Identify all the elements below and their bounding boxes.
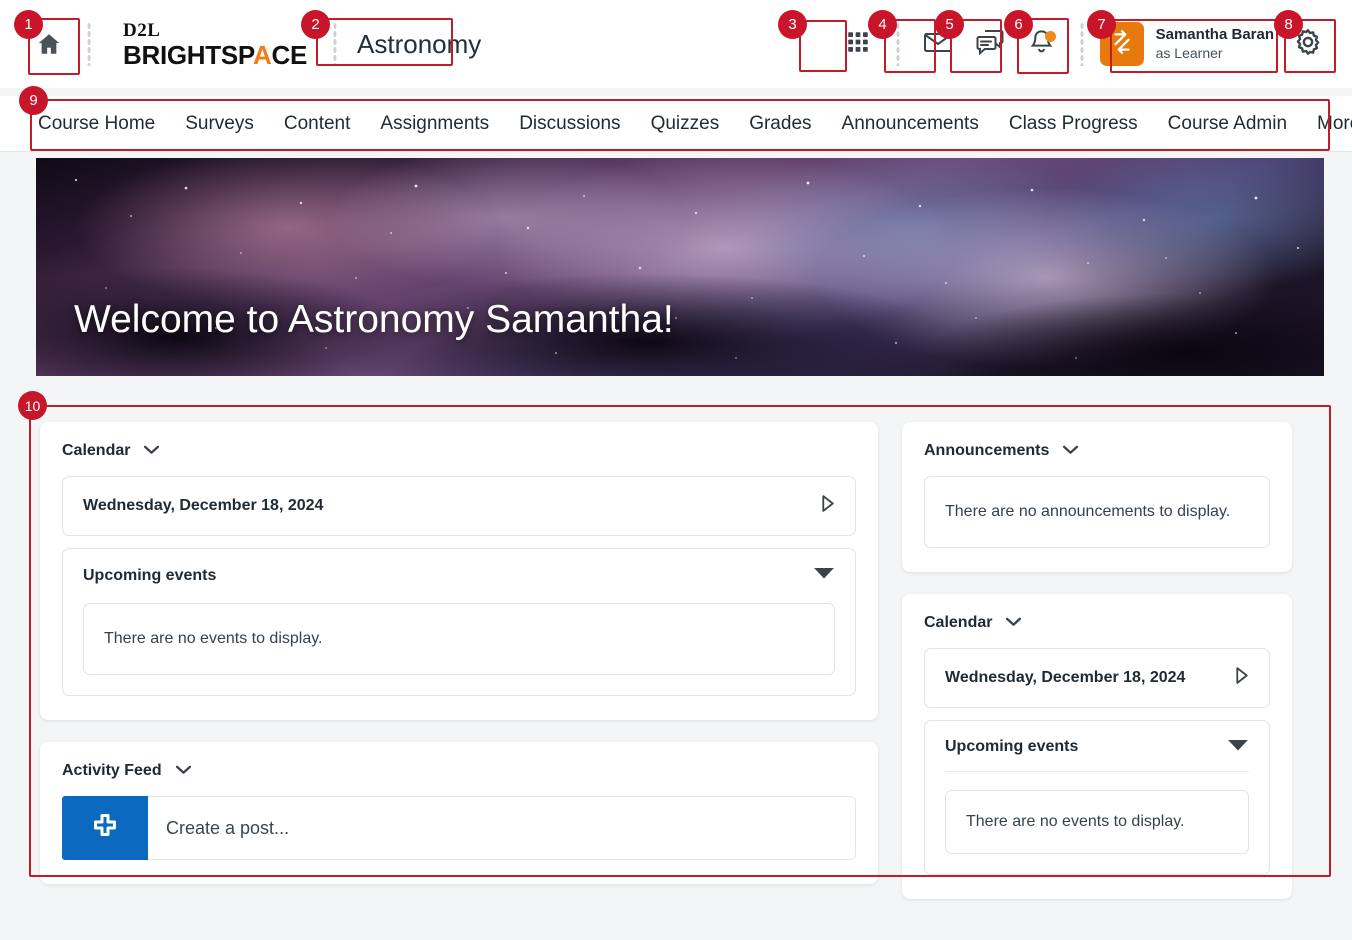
callout-badge-6: 6 <box>1004 10 1033 39</box>
announcements-empty-state: There are no announcements to display. <box>924 476 1270 548</box>
calendar-widget-right: Calendar Wednesday, December 18, 2024 Up… <box>902 593 1292 899</box>
nav-item-announcements[interactable]: Announcements <box>842 113 979 135</box>
callout-badge-9: 9 <box>19 86 48 115</box>
nav-item-assignments[interactable]: Assignments <box>380 113 489 135</box>
upcoming-events-header[interactable]: Upcoming events <box>83 566 835 585</box>
home-icon <box>35 31 63 57</box>
nav-label: Announcements <box>841 112 979 134</box>
top-header: D2L BRIGHTSPACE Astronomy Samantha Baran… <box>0 0 1352 88</box>
user-profile-menu[interactable]: Samantha Baran as Learner <box>1096 18 1282 70</box>
chevron-down-icon[interactable] <box>1062 442 1079 460</box>
next-day-arrow-icon[interactable] <box>1234 666 1249 690</box>
callout-badge-3: 3 <box>778 10 807 39</box>
nav-item-class-progress[interactable]: Class Progress <box>1009 113 1138 135</box>
nav-item-more[interactable]: More <box>1317 113 1352 135</box>
collapse-triangle-icon[interactable] <box>1227 738 1249 757</box>
calendar-widget-header[interactable]: Calendar <box>62 442 856 460</box>
nav-item-content[interactable]: Content <box>284 113 351 135</box>
upcoming-events-label-right: Upcoming events <box>945 738 1079 756</box>
upcoming-events-header-right[interactable]: Upcoming events <box>945 738 1249 757</box>
create-post-input[interactable]: Create a post... <box>148 796 856 860</box>
nav-item-grades[interactable]: Grades <box>749 113 811 135</box>
nav-label: Course Home <box>38 112 156 134</box>
announcements-widget: Announcements There are no announcements… <box>902 422 1292 572</box>
notification-badge-dot <box>1044 31 1056 42</box>
navbar-items: Course Home Surveys Content Assignments … <box>0 113 1352 135</box>
homepage-content: Calendar Wednesday, December 18, 2024 Up… <box>22 404 1332 940</box>
upcoming-events-label: Upcoming events <box>83 566 217 584</box>
announcements-widget-title: Announcements <box>924 442 1050 459</box>
chevron-down-icon[interactable] <box>175 762 192 780</box>
chevron-down-icon[interactable] <box>1005 614 1022 632</box>
upcoming-events-block: Upcoming events There are no events to d… <box>62 548 856 696</box>
create-post-row: Create a post... <box>62 796 856 860</box>
nav-label: Assignments <box>380 112 490 134</box>
callout-badge-5: 5 <box>935 10 964 39</box>
calendar-widget-right-title: Calendar <box>924 613 993 631</box>
header-separator-2 <box>333 22 338 66</box>
nav-label: More <box>1317 112 1352 134</box>
activity-feed-widget: Activity Feed Create a post... <box>40 742 878 884</box>
brand-brightspace-text: BRIGHTSPACE <box>123 42 307 68</box>
callout-badge-1: 1 <box>14 10 43 39</box>
brand-bs-part2: CE <box>271 39 308 70</box>
nav-item-surveys[interactable]: Surveys <box>185 113 254 135</box>
nav-label: Course Admin <box>1167 112 1288 134</box>
calendar-date-label: Wednesday, December 18, 2024 <box>83 497 324 514</box>
calendar-empty-state: There are no events to display. <box>83 603 835 675</box>
calendar-widget: Calendar Wednesday, December 18, 2024 Up… <box>40 422 878 720</box>
milky-way-image <box>36 158 1324 376</box>
callout-badge-7: 7 <box>1087 10 1116 39</box>
chevron-down-icon[interactable] <box>143 442 160 460</box>
nav-label: Discussions <box>519 112 621 134</box>
header-separator-1 <box>87 22 91 66</box>
nav-item-course-admin[interactable]: Course Admin <box>1168 113 1287 135</box>
brand-d2l-text: D2L <box>123 19 161 41</box>
nav-label: Class Progress <box>1008 112 1138 134</box>
nav-label: Quizzes <box>650 112 720 134</box>
collapse-triangle-icon[interactable] <box>813 566 835 585</box>
activity-feed-title: Activity Feed <box>62 762 162 779</box>
upcoming-events-block-right: Upcoming events There are no events to d… <box>924 719 1270 875</box>
nav-item-quizzes[interactable]: Quizzes <box>651 113 720 135</box>
calendar-date-row-right[interactable]: Wednesday, December 18, 2024 <box>924 647 1270 708</box>
callout-badge-8: 8 <box>1274 10 1303 39</box>
banner-title: Welcome to Astronomy Samantha! <box>74 298 674 341</box>
nav-item-discussions[interactable]: Discussions <box>519 113 620 135</box>
activity-feed-header[interactable]: Activity Feed <box>62 762 856 780</box>
course-navbar: Course Home Surveys Content Assignments … <box>0 96 1352 152</box>
upcoming-events-divider <box>945 770 1249 772</box>
calendar-date-label-right: Wednesday, December 18, 2024 <box>945 668 1186 686</box>
nav-label: Surveys <box>185 112 254 134</box>
calendar-widget-right-header[interactable]: Calendar <box>924 614 1270 632</box>
nav-item-course-home[interactable]: Course Home <box>38 113 155 135</box>
calendar-widget-title: Calendar <box>62 442 131 459</box>
user-name: Samantha Baran <box>1155 25 1274 43</box>
calendar-date-row[interactable]: Wednesday, December 18, 2024 <box>62 476 856 536</box>
course-title[interactable]: Astronomy <box>349 27 489 62</box>
user-info: Samantha Baran as Learner <box>1156 26 1274 62</box>
left-column: Calendar Wednesday, December 18, 2024 Up… <box>40 422 878 940</box>
brand-bs-part1: BRIGHTSP <box>123 39 254 70</box>
user-role: as Learner <box>1155 44 1223 61</box>
callout-badge-10: 10 <box>18 391 47 420</box>
brand-bs-accent: A <box>253 39 272 70</box>
header-separator-4 <box>1079 22 1084 66</box>
callout-badge-2: 2 <box>301 10 330 39</box>
brand-logo[interactable]: D2L BRIGHTSPACE <box>123 21 307 68</box>
plus-icon <box>90 811 120 846</box>
course-banner: Welcome to Astronomy Samantha! <box>36 158 1324 376</box>
nav-label: Grades <box>749 112 812 134</box>
waffle-grid-icon <box>845 29 871 60</box>
next-day-arrow-icon[interactable] <box>820 494 835 518</box>
right-column: Announcements There are no announcements… <box>902 422 1292 940</box>
calendar-empty-state-right: There are no events to display. <box>945 789 1249 854</box>
chat-bubbles-icon <box>975 28 1005 61</box>
header-left-group: D2L BRIGHTSPACE Astronomy <box>0 0 489 88</box>
nav-label: Content <box>283 112 351 134</box>
announcements-widget-header[interactable]: Announcements <box>924 442 1270 460</box>
add-post-button[interactable] <box>62 796 148 860</box>
callout-badge-4: 4 <box>868 10 897 39</box>
page-root: D2L BRIGHTSPACE Astronomy Samantha Baran… <box>0 0 1352 940</box>
